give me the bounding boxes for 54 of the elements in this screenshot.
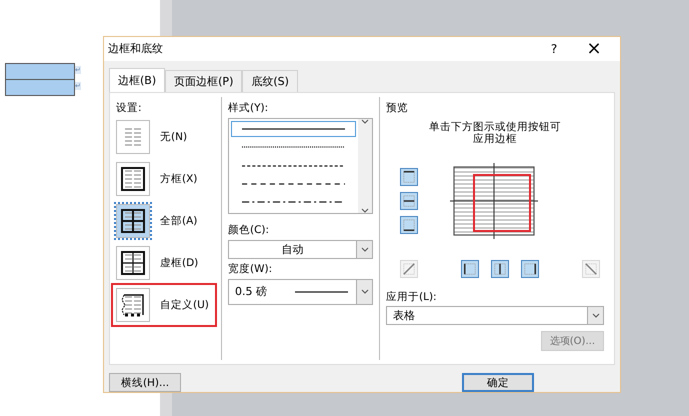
border-button[interactable] bbox=[400, 216, 418, 234]
border-button[interactable] bbox=[400, 168, 418, 186]
border-position-icon bbox=[402, 218, 416, 232]
apply-to-label: 应用于(L): bbox=[386, 290, 438, 304]
window-title: 边框和底纹 bbox=[108, 41, 164, 56]
preview-hint: 单击下方图示或使用按钮可应用边框 bbox=[428, 120, 562, 146]
apply-to-select[interactable]: 表格 bbox=[386, 306, 604, 325]
border-setting-icon bbox=[120, 208, 146, 234]
width-select[interactable]: 0.5 磅 bbox=[228, 278, 373, 305]
preview-label: 预览 bbox=[386, 100, 409, 115]
setting-label: 全部(A) bbox=[160, 214, 198, 228]
style-list[interactable] bbox=[228, 118, 373, 214]
setting-label: 虚框(D) bbox=[160, 256, 198, 270]
color-select[interactable]: 自动 bbox=[228, 240, 373, 259]
scrollbar[interactable] bbox=[358, 118, 372, 213]
border-setting-icon bbox=[120, 250, 146, 276]
border-setting-icon bbox=[120, 292, 146, 318]
caret-icon bbox=[361, 208, 369, 213]
border-position-icon bbox=[493, 262, 507, 276]
width-label: 宽度(W): bbox=[228, 262, 274, 276]
border-button[interactable] bbox=[491, 260, 509, 278]
caret-icon bbox=[361, 118, 369, 124]
settings-label: 设置: bbox=[116, 100, 143, 115]
caret-icon bbox=[360, 246, 368, 252]
setting-label: 方框(X) bbox=[160, 172, 198, 186]
line-style-sample bbox=[294, 290, 348, 293]
setting-button[interactable] bbox=[116, 162, 150, 196]
border-position-icon bbox=[463, 262, 477, 276]
close-button[interactable]: × bbox=[574, 38, 614, 60]
border-button[interactable] bbox=[400, 192, 418, 210]
setting-label: 自定义(U) bbox=[160, 298, 209, 312]
setting-label: 无(N) bbox=[160, 130, 188, 144]
setting-button[interactable] bbox=[116, 288, 150, 322]
style-option[interactable] bbox=[231, 120, 356, 137]
border-position-icon bbox=[402, 194, 416, 208]
border-position-icon bbox=[523, 262, 537, 276]
caret-icon bbox=[360, 289, 368, 294]
tab[interactable]: 页面边框(P) bbox=[165, 70, 242, 92]
color-label: 颜色(C): bbox=[228, 222, 270, 237]
setting-button[interactable] bbox=[116, 204, 150, 238]
tab[interactable]: 边框(B) bbox=[109, 68, 166, 92]
horizontal-line-button[interactable]: 横线(H)... bbox=[109, 373, 181, 392]
ok-button[interactable]: 确定 bbox=[462, 373, 534, 392]
setting-button[interactable] bbox=[116, 246, 150, 280]
border-setting-icon bbox=[120, 166, 146, 192]
help-button[interactable]: ? bbox=[534, 42, 574, 56]
border-button[interactable] bbox=[521, 260, 539, 278]
caret-icon bbox=[592, 312, 600, 318]
border-button[interactable] bbox=[461, 260, 479, 278]
style-label: 样式(Y): bbox=[228, 100, 270, 115]
border-position-icon bbox=[402, 170, 416, 184]
tab[interactable]: 底纹(S) bbox=[242, 70, 298, 92]
border-position-icon bbox=[402, 262, 416, 276]
border-position-icon bbox=[584, 262, 598, 276]
